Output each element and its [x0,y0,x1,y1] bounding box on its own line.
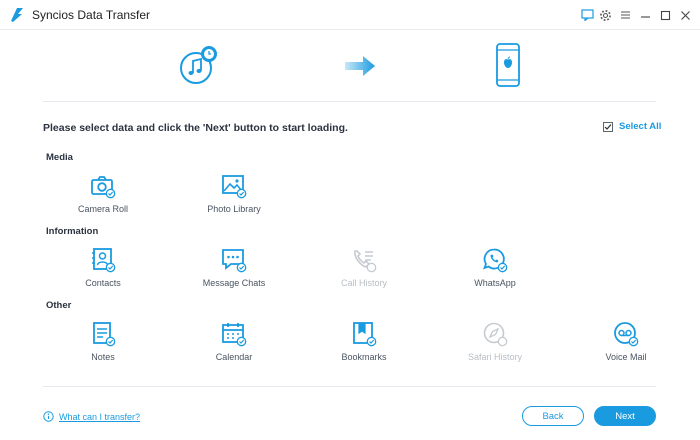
footer-divider [43,386,656,387]
data-item-whatsapp[interactable]: WhatsApp [445,247,545,293]
syncios-logo-icon [11,8,23,22]
data-item-photo-library[interactable]: Photo Library [184,173,284,219]
transfer-hero [0,30,700,102]
section-title-media: Media [46,152,73,163]
contacts-icon [92,248,116,273]
voicemail-icon [614,322,639,347]
contacts-label: Contacts [85,278,121,288]
camera-roll-label: Camera Roll [77,204,128,214]
title-bar: Syncios Data Transfer [0,0,700,30]
bookmark-icon [353,322,377,347]
photo-library-label: Photo Library [207,204,261,214]
whatsapp-label: WhatsApp [474,278,516,288]
data-item-contacts[interactable]: Contacts [53,247,153,293]
menu-icon[interactable] [616,6,634,24]
whatsapp-icon [482,248,508,273]
safari-icon [483,322,508,347]
minimize-icon[interactable] [636,6,654,24]
hero-divider [43,101,656,102]
info-icon [43,411,54,422]
iphone-target-icon [496,43,520,87]
next-button[interactable]: Next [594,406,656,426]
help-link-label: What can I transfer? [59,411,141,422]
instruction-text: Please select data and click the 'Next' … [43,122,348,134]
window-title: Syncios Data Transfer [32,8,151,22]
message-icon [222,249,247,273]
feedback-icon[interactable] [578,6,596,24]
what-can-i-transfer-link[interactable]: What can I transfer? [43,411,140,422]
safari-history-label: Safari History [467,352,522,362]
close-icon[interactable] [676,6,694,24]
section-title-information: Information [46,226,99,237]
data-item-camera-roll[interactable]: Camera Roll [53,173,153,219]
data-item-calendar[interactable]: Calendar [184,321,284,367]
call-history-label: Call History [340,278,387,288]
bookmarks-label: Bookmarks [341,352,387,362]
section-title-other: Other [46,300,72,311]
camera-icon [91,176,116,199]
transfer-arrow-icon [345,56,375,76]
maximize-icon[interactable] [656,6,674,24]
data-item-voice-mail[interactable]: Voice Mail [576,321,676,367]
voice-mail-label: Voice Mail [605,352,647,362]
calendar-label: Calendar [215,352,253,362]
settings-gear-icon[interactable] [596,6,614,24]
notes-icon [93,322,116,347]
data-item-safari-history[interactable]: Safari History [445,321,545,367]
message-chats-label: Message Chats [202,278,266,288]
data-item-call-history[interactable]: Call History [314,247,414,293]
back-button[interactable]: Back [522,406,584,426]
checkbox-checked-icon [603,121,613,132]
notes-label: Notes [91,352,115,362]
call-history-icon [354,250,377,273]
music-source-icon [180,46,217,84]
data-item-bookmarks[interactable]: Bookmarks [314,321,414,367]
select-all-label: Select All [619,121,662,132]
calendar-icon [222,323,247,347]
data-item-notes[interactable]: Notes [53,321,153,367]
select-all-checkbox[interactable]: Select All [603,121,661,132]
data-item-message-chats[interactable]: Message Chats [184,247,284,293]
photo-icon [222,175,247,199]
